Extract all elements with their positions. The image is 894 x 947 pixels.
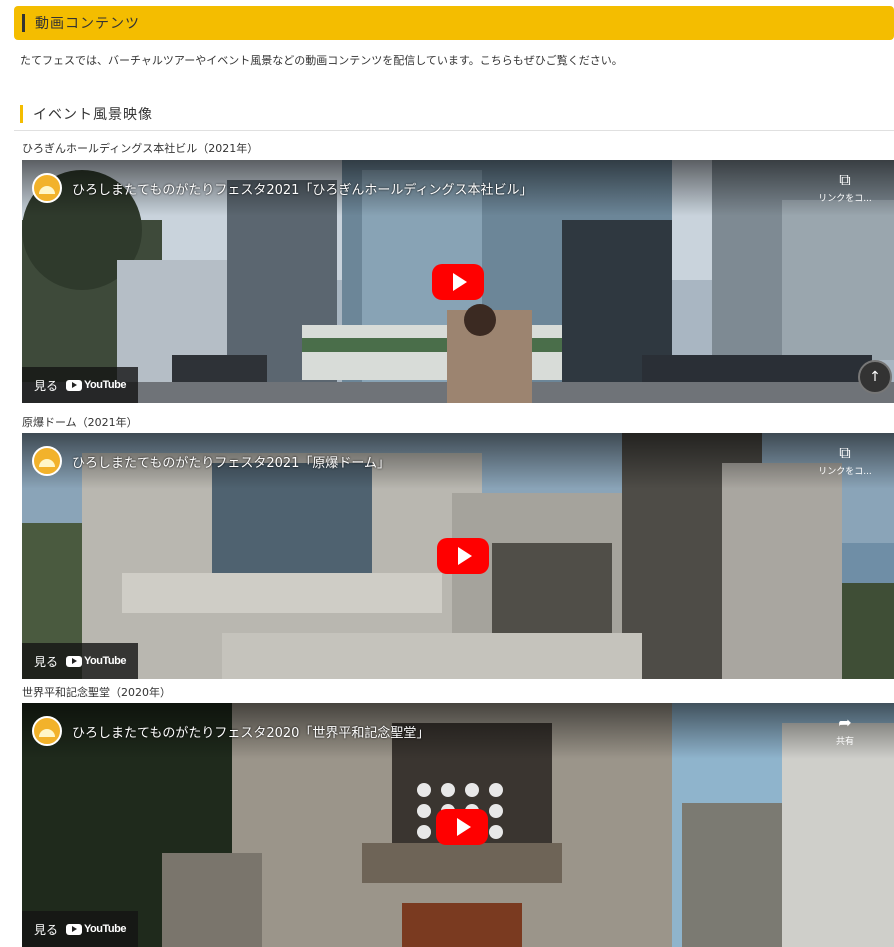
video-player[interactable]: ひろしまたてものがたりフェスタ2020「世界平和記念聖堂」 ➦ 共有 見る Yo… bbox=[22, 703, 894, 947]
play-button[interactable] bbox=[432, 264, 484, 300]
play-icon bbox=[452, 273, 467, 291]
watch-label: 見る bbox=[34, 654, 59, 669]
youtube-logo: YouTube bbox=[66, 923, 126, 935]
video-label: 世界平和記念聖堂（2020年） bbox=[22, 686, 171, 699]
copy-link-label: リンクをコ... bbox=[818, 194, 872, 204]
subsection-title: イベント風景映像 bbox=[33, 107, 153, 123]
section-header: 動画コンテンツ bbox=[14, 6, 894, 40]
channel-avatar[interactable] bbox=[32, 173, 62, 203]
youtube-logo: YouTube bbox=[66, 379, 126, 391]
copy-link-button[interactable]: ⧉ リンクをコ... bbox=[810, 170, 880, 205]
youtube-logo-text: YouTube bbox=[84, 923, 126, 935]
video-header: ひろしまたてものがたりフェスタ2021「原爆ドーム」 bbox=[22, 433, 894, 489]
section-header-bar bbox=[22, 14, 25, 32]
intro-text: たてフェスでは、バーチャルツアーやイベント風景などの動画コンテンツを配信していま… bbox=[20, 54, 623, 67]
play-icon bbox=[456, 818, 471, 836]
video-label: ひろぎんホールディングス本社ビル（2021年） bbox=[22, 142, 259, 155]
youtube-logo-text: YouTube bbox=[84, 379, 126, 391]
video-player[interactable]: ひろしまたてものがたりフェスタ2021「原爆ドーム」 ⧉ リンクをコ... 見る… bbox=[22, 433, 894, 679]
copy-link-icon: ⧉ bbox=[839, 170, 851, 189]
video-header: ひろしまたてものがたりフェスタ2021「ひろぎんホールディングス本社ビル」 bbox=[22, 160, 894, 216]
channel-avatar[interactable] bbox=[32, 716, 62, 746]
divider bbox=[14, 130, 894, 131]
share-icon: ➦ bbox=[838, 713, 852, 732]
watch-label: 見る bbox=[34, 378, 59, 393]
watch-on-youtube-button[interactable]: 見る YouTube bbox=[22, 643, 138, 679]
youtube-icon bbox=[66, 379, 83, 391]
subsection-bar bbox=[20, 105, 23, 123]
video-title[interactable]: ひろしまたてものがたりフェスタ2021「ひろぎんホールディングス本社ビル」 bbox=[72, 179, 533, 198]
youtube-logo: YouTube bbox=[66, 655, 126, 667]
share-label: 共有 bbox=[835, 737, 854, 747]
play-button[interactable] bbox=[437, 538, 489, 574]
channel-avatar[interactable] bbox=[32, 446, 62, 476]
youtube-icon bbox=[66, 655, 83, 667]
play-icon bbox=[457, 547, 472, 565]
video-player[interactable]: ひろしまたてものがたりフェスタ2021「ひろぎんホールディングス本社ビル」 ⧉ … bbox=[22, 160, 894, 403]
arrow-up-icon: ↑ bbox=[869, 369, 881, 385]
video-header: ひろしまたてものがたりフェスタ2020「世界平和記念聖堂」 bbox=[22, 703, 894, 759]
scroll-to-top-button[interactable]: ↑ bbox=[858, 360, 892, 394]
subsection-header: イベント風景映像 bbox=[20, 104, 153, 124]
copy-link-icon: ⧉ bbox=[839, 443, 851, 462]
section-title: 動画コンテンツ bbox=[35, 16, 140, 32]
youtube-icon bbox=[66, 923, 83, 935]
watch-label: 見る bbox=[34, 922, 59, 937]
video-title[interactable]: ひろしまたてものがたりフェスタ2020「世界平和記念聖堂」 bbox=[72, 722, 429, 741]
video-title[interactable]: ひろしまたてものがたりフェスタ2021「原爆ドーム」 bbox=[72, 452, 390, 471]
watch-on-youtube-button[interactable]: 見る YouTube bbox=[22, 911, 138, 947]
play-button[interactable] bbox=[436, 809, 488, 845]
youtube-logo-text: YouTube bbox=[84, 655, 126, 667]
share-button[interactable]: ➦ 共有 bbox=[810, 713, 880, 748]
video-label: 原爆ドーム（2021年） bbox=[22, 416, 138, 429]
watch-on-youtube-button[interactable]: 見る YouTube bbox=[22, 367, 138, 403]
copy-link-label: リンクをコ... bbox=[818, 467, 872, 477]
copy-link-button[interactable]: ⧉ リンクをコ... bbox=[810, 443, 880, 478]
